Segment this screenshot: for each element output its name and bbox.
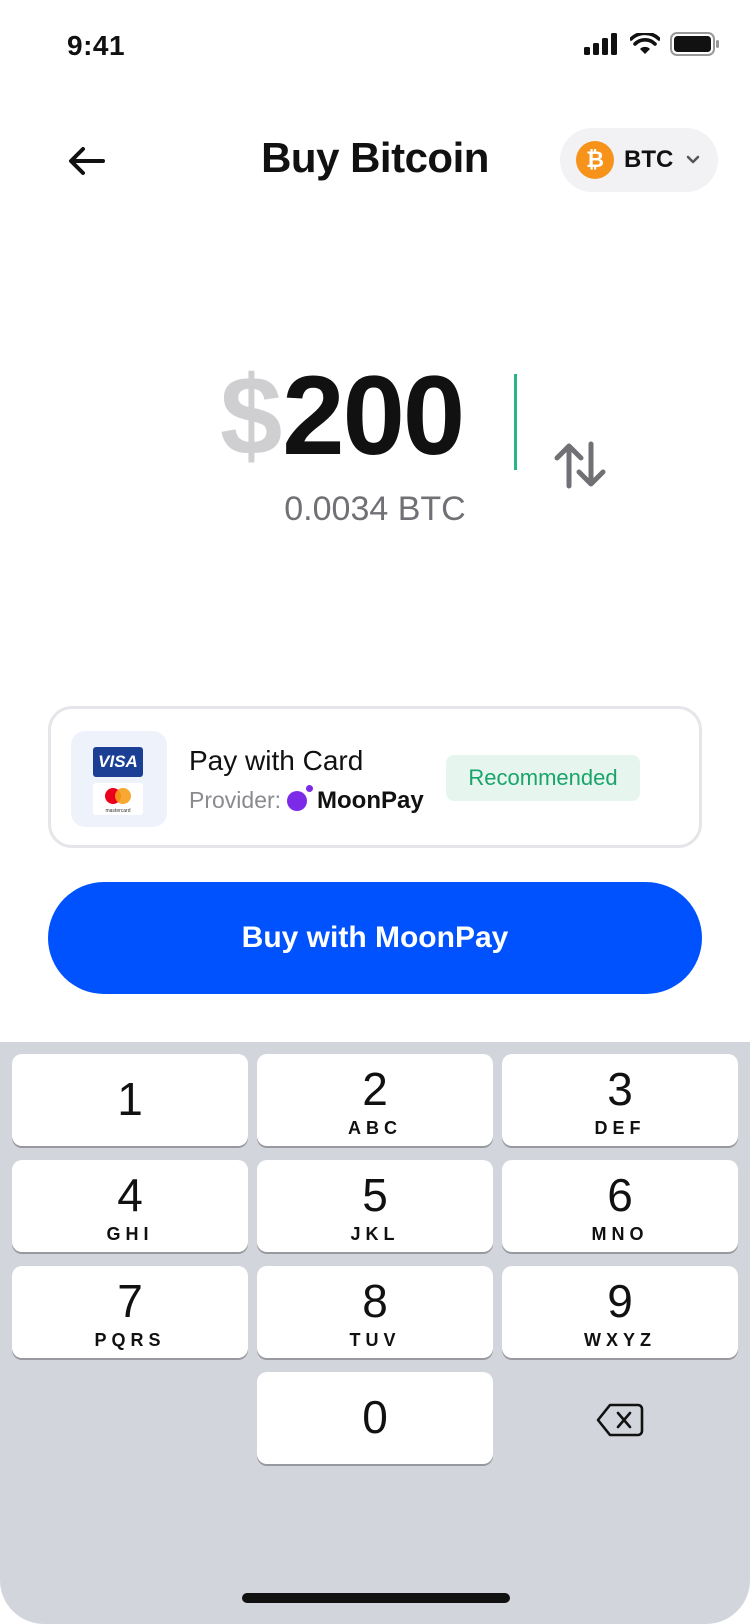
delete-key[interactable] xyxy=(502,1374,738,1466)
swap-icon xyxy=(554,441,606,489)
delete-icon xyxy=(596,1403,644,1437)
bitcoin-icon: ₿ xyxy=(576,141,614,179)
chevron-down-icon xyxy=(687,155,700,164)
status-time: 9:41 xyxy=(67,30,126,61)
payment-title: Pay with Card xyxy=(189,745,364,776)
visa-logo: VISA xyxy=(93,747,143,777)
key-0[interactable]: 0 xyxy=(257,1372,493,1464)
status-icons xyxy=(584,32,720,56)
recommended-badge: Recommended xyxy=(446,755,640,801)
key-digit: 6 xyxy=(607,1169,633,1221)
currency-symbol: $ xyxy=(220,353,283,478)
key-digit: 3 xyxy=(607,1063,633,1115)
card-brands: VISA mastercard xyxy=(71,731,167,827)
amount-display[interactable]: $ 200 xyxy=(220,352,465,478)
key-5[interactable]: 5 JKL xyxy=(257,1160,493,1252)
key-3[interactable]: 3 DEF xyxy=(502,1054,738,1146)
asset-selector[interactable]: ₿ BTC xyxy=(560,128,718,192)
key-1[interactable]: 1 xyxy=(12,1054,248,1146)
provider-label: Provider: xyxy=(189,787,282,813)
home-indicator xyxy=(242,1593,510,1603)
provider-name: MoonPay xyxy=(317,787,424,814)
asset-code: BTC xyxy=(624,146,674,173)
signal-icon xyxy=(584,33,617,55)
text-caret xyxy=(514,374,517,470)
key-letters: PQRS xyxy=(94,1330,166,1350)
wifi-icon xyxy=(630,33,660,54)
key-digit: 7 xyxy=(117,1275,143,1327)
numeric-keypad: 1 2 ABC 3 DEF 4 GHI 5 JKL 6 MNO 7 PQRS 8… xyxy=(0,1042,750,1624)
moonpay-icon xyxy=(287,785,313,811)
key-digit: 4 xyxy=(117,1169,143,1221)
key-letters: DEF xyxy=(594,1118,646,1138)
swap-units-button[interactable] xyxy=(553,440,609,490)
key-letters: JKL xyxy=(350,1224,400,1244)
battery-icon xyxy=(670,32,719,56)
key-4[interactable]: 4 GHI xyxy=(12,1160,248,1252)
mastercard-logo: mastercard xyxy=(93,783,143,815)
key-8[interactable]: 8 TUV xyxy=(257,1266,493,1358)
payment-method-card[interactable]: VISA mastercard Pay with Card Provider: … xyxy=(48,706,702,848)
moonpay-logo: MoonPay xyxy=(287,785,424,815)
key-digit: 8 xyxy=(362,1275,388,1327)
mastercard-wordmark: mastercard xyxy=(105,808,130,814)
converted-amount: 0.0034 BTC xyxy=(284,490,466,528)
key-9[interactable]: 9 WXYZ xyxy=(502,1266,738,1358)
key-letters: ABC xyxy=(348,1118,402,1138)
key-7[interactable]: 7 PQRS xyxy=(12,1266,248,1358)
key-letters: TUV xyxy=(349,1330,401,1350)
amount-value: 200 xyxy=(282,353,465,478)
key-letters: WXYZ xyxy=(584,1330,656,1350)
buy-button[interactable]: Buy with MoonPay xyxy=(48,882,702,994)
key-digit: 2 xyxy=(362,1063,388,1115)
key-letters: MNO xyxy=(591,1224,649,1244)
key-digit: 9 xyxy=(607,1275,633,1327)
key-2[interactable]: 2 ABC xyxy=(257,1054,493,1146)
key-digit: 1 xyxy=(117,1073,143,1125)
key-letters: GHI xyxy=(106,1224,154,1244)
key-digit: 0 xyxy=(362,1391,388,1443)
key-6[interactable]: 6 MNO xyxy=(502,1160,738,1252)
key-digit: 5 xyxy=(362,1169,388,1221)
